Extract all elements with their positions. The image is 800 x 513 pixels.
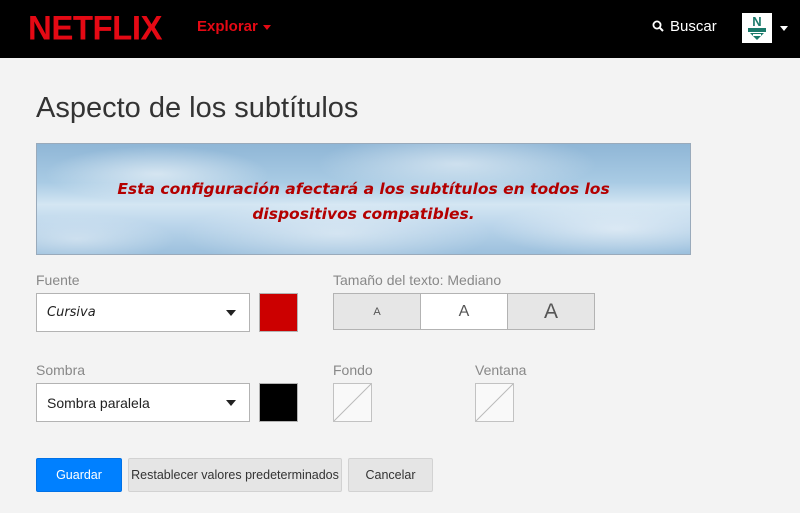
background-color-swatch[interactable] <box>333 383 372 422</box>
shadow-select-value: Sombra paralela <box>47 395 150 411</box>
subtitle-preview: Esta configuración afectará a los subtít… <box>36 143 691 255</box>
preview-text: Esta configuración afectará a los subtít… <box>117 180 610 223</box>
svg-text:N: N <box>752 14 761 29</box>
font-color-swatch[interactable] <box>259 293 298 332</box>
shadow-select[interactable]: Sombra paralela <box>36 383 250 422</box>
search-button[interactable]: Buscar <box>652 18 717 35</box>
search-icon <box>652 20 664 32</box>
no-color-icon <box>333 383 372 422</box>
profile-icon: N <box>742 13 772 43</box>
shadow-label: Sombra <box>36 362 86 378</box>
font-label: Fuente <box>36 272 80 288</box>
background-label: Fondo <box>333 362 373 378</box>
cancel-button[interactable]: Cancelar <box>348 458 433 492</box>
explore-menu[interactable]: Explorar <box>197 18 271 35</box>
profile-avatar[interactable]: N <box>742 13 772 43</box>
chevron-down-icon <box>226 400 236 406</box>
font-select-value: Cursiva <box>47 305 96 320</box>
text-size-selector: A A A <box>333 293 595 330</box>
chevron-down-icon <box>262 24 271 30</box>
window-label: Ventana <box>475 362 527 378</box>
netflix-logo[interactable]: NETFLIX <box>28 8 163 48</box>
shadow-color-swatch[interactable] <box>259 383 298 422</box>
no-color-icon <box>475 383 514 422</box>
text-size-label: Tamaño del texto: Mediano <box>333 272 502 288</box>
page-title: Aspecto de los subtítulos <box>36 92 359 124</box>
top-nav-bar: NETFLIX Explorar Buscar N <box>0 0 800 58</box>
save-button[interactable]: Guardar <box>36 458 122 492</box>
search-label: Buscar <box>670 18 717 35</box>
text-size-medium[interactable]: A <box>420 294 507 329</box>
window-color-swatch[interactable] <box>475 383 514 422</box>
reset-defaults-button[interactable]: Restablecer valores predeterminados <box>128 458 342 492</box>
chevron-down-icon <box>226 310 236 316</box>
text-size-large[interactable]: A <box>507 294 594 329</box>
text-size-small[interactable]: A <box>334 294 420 329</box>
explore-label: Explorar <box>197 18 258 35</box>
font-select[interactable]: Cursiva <box>36 293 250 332</box>
profile-menu-chevron-icon[interactable] <box>780 26 788 31</box>
